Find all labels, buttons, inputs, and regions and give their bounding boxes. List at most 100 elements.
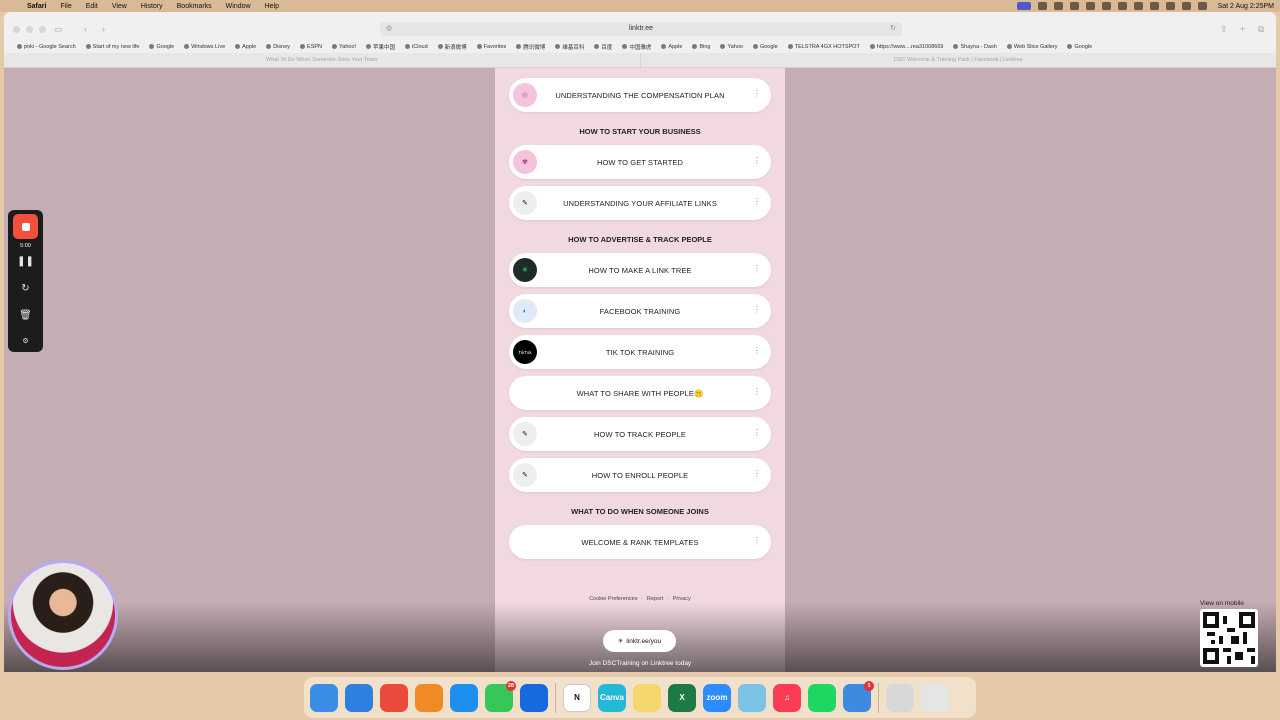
webcam-bubble[interactable]: [8, 560, 118, 670]
status-icon[interactable]: [1101, 2, 1111, 10]
pause-icon[interactable]: ❚❚: [8, 256, 43, 267]
dock-app-trash[interactable]: [921, 683, 949, 712]
search-icon[interactable]: [1181, 2, 1191, 10]
tab-dsc-linktree[interactable]: DSC Welcome & Training Pack | Facebook |…: [641, 53, 1277, 67]
bluetooth-icon[interactable]: [1149, 2, 1159, 10]
more-options-icon[interactable]: ⋮: [753, 265, 761, 273]
menu-history[interactable]: History: [134, 3, 170, 10]
more-options-icon[interactable]: ⋮: [753, 388, 761, 396]
more-options-icon[interactable]: ⋮: [753, 198, 761, 206]
dock-app-canva[interactable]: Canva: [598, 683, 626, 712]
status-icon[interactable]: [1085, 2, 1095, 10]
status-icon[interactable]: [1117, 2, 1127, 10]
dock-app-messages[interactable]: 28: [485, 680, 516, 712]
bookmark-item[interactable]: 苹果中国: [361, 43, 400, 51]
settings-icon[interactable]: ⚙: [8, 337, 43, 345]
dock-app-maps[interactable]: [738, 683, 766, 712]
stop-recording-button[interactable]: [13, 214, 38, 239]
dock-app-notes[interactable]: [633, 683, 661, 712]
more-options-icon[interactable]: ⋮: [753, 429, 761, 437]
more-options-icon[interactable]: ⋮: [753, 90, 761, 98]
bookmark-item[interactable]: poki - Google Search: [12, 44, 81, 50]
control-center-icon[interactable]: [1197, 2, 1207, 10]
minimize-window-button[interactable]: [26, 26, 33, 33]
link-facebook-training[interactable]: ◐ FACEBOOK TRAINING ⋮: [509, 294, 771, 328]
dock-app-books[interactable]: [415, 683, 443, 712]
status-icon[interactable]: [1037, 2, 1047, 10]
menu-window[interactable]: Window: [219, 3, 258, 10]
dock-app-dashlane[interactable]: [520, 683, 548, 712]
more-options-icon[interactable]: ⋮: [753, 157, 761, 165]
link-compensation-plan[interactable]: ◎ UNDERSTANDING THE COMPENSATION PLAN ⋮: [509, 78, 771, 112]
bookmark-item[interactable]: iCloud: [400, 44, 433, 50]
bookmark-item[interactable]: TELSTRA 4GX HOTSPOT: [783, 44, 865, 50]
more-options-icon[interactable]: ⋮: [753, 306, 761, 314]
tab-overview-icon[interactable]: ⧉: [1258, 24, 1264, 35]
link-what-to-share[interactable]: WHAT TO SHARE WITH PEOPLE🤫 ⋮: [509, 376, 771, 410]
wifi-icon[interactable]: [1165, 2, 1175, 10]
bookmark-item[interactable]: Windows Live: [179, 44, 230, 50]
status-icon[interactable]: [1053, 2, 1063, 10]
bookmark-item[interactable]: 新浪微博: [433, 43, 472, 51]
bookmark-item[interactable]: 维基百科: [550, 43, 589, 51]
link-affiliate-links[interactable]: ✎ UNDERSTANDING YOUR AFFILIATE LINKS ⋮: [509, 186, 771, 220]
bookmark-item[interactable]: Yahoo!: [327, 44, 361, 50]
link-welcome-rank-templates[interactable]: WELCOME & RANK TEMPLATES ⋮: [509, 525, 771, 559]
bookmark-item[interactable]: 中国雅虎: [617, 43, 656, 51]
menu-edit[interactable]: Edit: [79, 3, 105, 10]
forward-arrow-icon[interactable]: ›: [102, 24, 105, 34]
dock-app-excel[interactable]: X: [668, 683, 696, 712]
volume-icon[interactable]: [1133, 2, 1143, 10]
dock-app-mail[interactable]: 1: [843, 680, 874, 712]
status-icon[interactable]: [1069, 2, 1079, 10]
link-how-to-get-started[interactable]: ✾ HOW TO GET STARTED ⋮: [509, 145, 771, 179]
new-tab-icon[interactable]: +: [1240, 24, 1245, 34]
dock-app-app-store[interactable]: [450, 683, 478, 712]
menu-clock[interactable]: Sat 2 Aug 2:25PM: [1218, 3, 1274, 10]
dock-app-preview[interactable]: [886, 683, 914, 712]
dock-app-zoom[interactable]: zoom: [703, 683, 731, 712]
dock-app-finder[interactable]: [310, 683, 338, 712]
bookmark-item[interactable]: Yahoo: [715, 44, 748, 50]
bookmark-item[interactable]: https://www....rea31008669: [865, 44, 949, 50]
claim-linktree-button[interactable]: ✳ linktr.ee/you: [603, 630, 676, 652]
bookmark-item[interactable]: 百度: [589, 43, 617, 51]
dock-app-safari[interactable]: [345, 683, 373, 712]
trash-icon[interactable]: 🗑: [8, 310, 43, 321]
menu-bookmarks[interactable]: Bookmarks: [170, 3, 219, 10]
zoom-window-button[interactable]: [39, 26, 46, 33]
bookmark-item[interactable]: Start of my new life: [81, 44, 145, 50]
bookmark-item[interactable]: Shayna - Dash: [948, 44, 1001, 50]
reload-icon[interactable]: ↻: [890, 22, 896, 36]
menu-file[interactable]: File: [53, 3, 78, 10]
sidebar-icon[interactable]: ▭: [54, 24, 63, 35]
dock-app-spotify[interactable]: [808, 683, 836, 712]
tab-what-to-do[interactable]: What To Do When Someone Joins Your Team: [4, 53, 641, 67]
address-bar[interactable]: ◍ linktr.ee ↻: [380, 22, 902, 36]
bookmark-item[interactable]: Google: [144, 44, 179, 50]
link-tiktok-training[interactable]: TikTok TIK TOK TRAINING ⋮: [509, 335, 771, 369]
dock-app-chrome[interactable]: [380, 683, 408, 712]
bookmark-item[interactable]: Google: [748, 44, 783, 50]
more-options-icon[interactable]: ⋮: [753, 347, 761, 355]
bookmark-item[interactable]: Bing: [687, 44, 715, 50]
restart-icon[interactable]: ↻: [8, 283, 43, 294]
screen-record-status-icon[interactable]: [1016, 2, 1031, 10]
menu-help[interactable]: Help: [258, 3, 286, 10]
bookmark-item[interactable]: Disney: [261, 44, 295, 50]
link-track-people[interactable]: ✎ HOW TO TRACK PEOPLE ⋮: [509, 417, 771, 451]
share-icon[interactable]: ⇪: [1220, 24, 1228, 35]
bookmark-item[interactable]: Apple: [230, 44, 261, 50]
bookmark-item[interactable]: ESPN: [295, 44, 327, 50]
menu-view[interactable]: View: [105, 3, 134, 10]
bookmark-item[interactable]: Web Slice Gallery: [1002, 44, 1063, 50]
bookmark-item[interactable]: 腾讯微博: [511, 43, 550, 51]
bookmark-item[interactable]: Google: [1062, 44, 1097, 50]
close-window-button[interactable]: [13, 26, 20, 33]
link-enroll-people[interactable]: ✎ HOW TO ENROLL PEOPLE ⋮: [509, 458, 771, 492]
dock-app-music[interactable]: ♫: [773, 683, 801, 712]
more-options-icon[interactable]: ⋮: [753, 470, 761, 478]
bookmark-item[interactable]: Apple: [656, 44, 687, 50]
bookmark-item[interactable]: Favorites: [472, 44, 512, 50]
menu-app-name[interactable]: Safari: [20, 3, 53, 10]
